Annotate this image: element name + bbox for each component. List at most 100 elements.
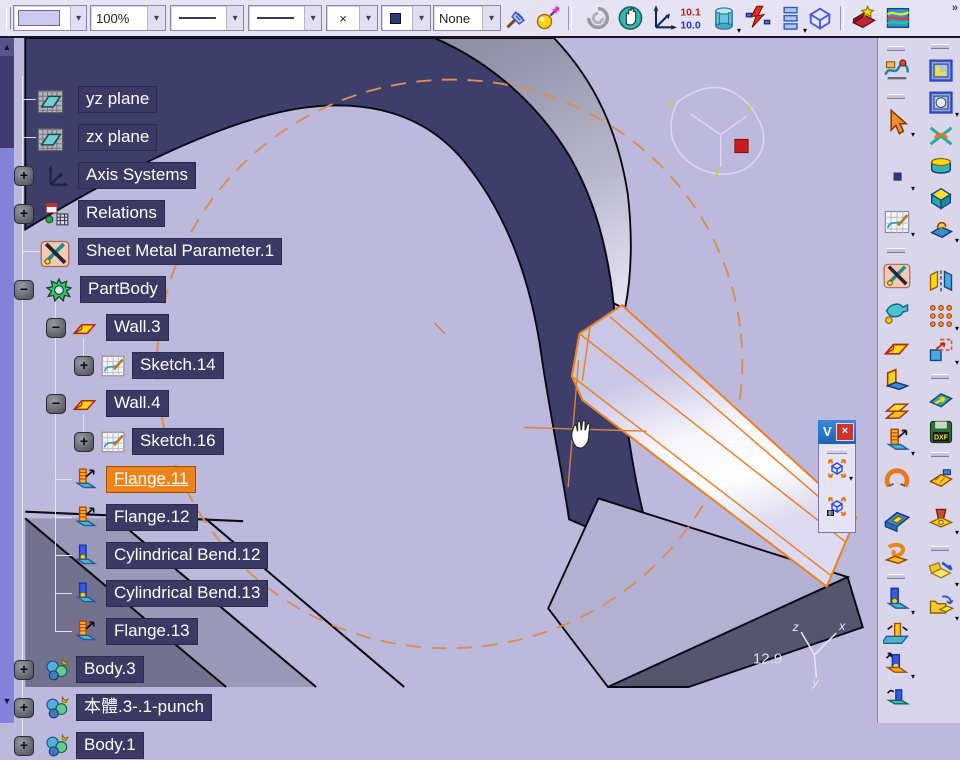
dropdown-arrow-icon[interactable]: ▾: [955, 614, 959, 623]
stamp-icon[interactable]: ▾: [927, 214, 959, 245]
chevron-down-icon[interactable]: ▾: [482, 6, 500, 30]
expander[interactable]: −: [14, 280, 34, 300]
tree-item-label[interactable]: Wall.4: [106, 390, 169, 417]
corner-relief-icon[interactable]: [927, 388, 955, 416]
cutout-icon[interactable]: [883, 508, 911, 536]
tree-item-label[interactable]: zx plane: [78, 124, 158, 151]
pattern-icon[interactable]: ▾: [927, 302, 959, 333]
workbench-icon[interactable]: [883, 56, 911, 84]
rolled-walls-group-icon[interactable]: ▾: [927, 88, 959, 119]
close-icon[interactable]: ×: [836, 423, 854, 441]
tree-item-relations[interactable]: + Relations: [0, 200, 420, 228]
toolbar-handle[interactable]: [827, 449, 847, 454]
tree-item-flange12[interactable]: Flange.12: [0, 504, 420, 532]
dropdown-arrow-icon[interactable]: ▾: [849, 474, 853, 483]
unfolding-icon[interactable]: [883, 620, 911, 648]
material-wedge-button[interactable]: [850, 4, 878, 32]
compass-handle[interactable]: [734, 138, 749, 154]
expander[interactable]: +: [14, 204, 34, 224]
magic-wand-button[interactable]: [534, 4, 562, 32]
multi-view-icon[interactable]: [825, 494, 849, 518]
dropdown-arrow-icon[interactable]: ▾: [955, 358, 959, 367]
rolled-wall-icon[interactable]: [883, 464, 911, 492]
dropdown-arrow-icon[interactable]: ▾: [955, 528, 959, 537]
dropdown-arrow-icon[interactable]: ▾: [737, 26, 741, 35]
dropdown-arrow-icon[interactable]: ▾: [955, 236, 959, 245]
expander[interactable]: +: [14, 736, 34, 756]
bend-from-flat-icon[interactable]: [927, 122, 955, 150]
fill-color-combo[interactable]: ▾: [13, 5, 87, 31]
dxf-save-icon[interactable]: [927, 418, 955, 446]
chevron-down-icon[interactable]: ▾: [70, 6, 86, 30]
paint-brush-button[interactable]: [504, 4, 532, 32]
tree-item-wall4[interactable]: − Wall.4: [0, 390, 420, 418]
tree-item-wall3[interactable]: − Wall.3: [0, 314, 420, 342]
tree-item-label[interactable]: Wall.3: [106, 314, 169, 341]
dropdown-arrow-icon[interactable]: ▾: [911, 672, 915, 681]
list-button[interactable]: ▾: [776, 4, 807, 35]
render-style-combo[interactable]: None ▾: [433, 5, 501, 31]
toolbar-handle[interactable]: [887, 46, 905, 51]
chevron-down-icon[interactable]: ▾: [304, 6, 321, 30]
drawing-box-icon[interactable]: ▾: [927, 558, 959, 589]
point-style-combo[interactable]: ▾: [381, 5, 431, 31]
tree-item-flange13[interactable]: Flange.13: [0, 618, 420, 646]
dropdown-arrow-icon[interactable]: ▾: [911, 449, 915, 458]
dropdown-arrow-icon[interactable]: ▾: [955, 324, 959, 333]
tree-item-label[interactable]: Sketch.16: [132, 428, 224, 455]
line-type-combo[interactable]: ▾: [170, 5, 244, 31]
line-weight-combo[interactable]: ▾: [248, 5, 322, 31]
chevron-down-icon[interactable]: ▾: [359, 6, 377, 30]
tree-item-label[interactable]: Body.3: [76, 656, 144, 683]
analysis-fem-button[interactable]: [884, 4, 912, 32]
fold-icon[interactable]: ▾: [883, 650, 915, 681]
tree-item-flange11[interactable]: Flange.11: [0, 466, 420, 494]
tree-item-label[interactable]: PartBody: [80, 276, 166, 303]
export-folder-icon[interactable]: ▾: [927, 592, 959, 623]
flange-icon[interactable]: ▾: [883, 427, 915, 458]
dropdown-arrow-icon[interactable]: ▾: [911, 230, 915, 239]
extrusion-icon[interactable]: [883, 396, 911, 424]
dropdown-arrow-icon[interactable]: ▾: [955, 580, 959, 589]
tree-item-label[interactable]: Flange.12: [106, 504, 198, 531]
mirror-icon[interactable]: [927, 268, 955, 296]
select-arrow-icon[interactable]: ▾: [883, 108, 915, 139]
tree-item-sketch16[interactable]: + Sketch.16: [0, 428, 420, 456]
expander[interactable]: +: [74, 432, 94, 452]
catalog-button[interactable]: ▾: [710, 4, 741, 35]
expander[interactable]: −: [46, 318, 66, 338]
toolbar-overflow[interactable]: »: [952, 2, 958, 14]
wall-on-edge-icon[interactable]: [883, 366, 911, 394]
chevron-down-icon[interactable]: ▾: [147, 6, 165, 30]
axis-system-button[interactable]: [649, 4, 677, 32]
tree-item-body3[interactable]: + Body.3: [0, 656, 420, 684]
expander[interactable]: +: [14, 698, 34, 718]
toolbar-handle[interactable]: [887, 248, 905, 253]
walls-group-icon[interactable]: [927, 56, 955, 84]
tree-item-sheet-metal-parameter[interactable]: Sheet Metal Parameter.1: [0, 238, 420, 266]
tree-item-partbody[interactable]: − PartBody: [0, 276, 420, 304]
tree-item-label[interactable]: Body.1: [76, 732, 144, 759]
bend-icon[interactable]: ▾: [883, 586, 915, 617]
sketcher-icon[interactable]: ▾: [883, 208, 915, 239]
isometric-view-icon[interactable]: ▾: [825, 456, 853, 483]
stamp-recognition-icon[interactable]: [927, 464, 955, 492]
wall-icon[interactable]: [883, 334, 911, 362]
tree-item-label[interactable]: Axis Systems: [78, 162, 197, 189]
tree-item-axis-systems[interactable]: + Axis Systems: [0, 162, 420, 190]
expander[interactable]: +: [14, 166, 34, 186]
pan-globe-button[interactable]: [617, 4, 645, 32]
box-icon[interactable]: [927, 184, 955, 212]
expander[interactable]: +: [14, 660, 34, 680]
dropdown-arrow-icon[interactable]: ▾: [911, 130, 915, 139]
wireframe-box-button[interactable]: [806, 4, 834, 32]
tree-item-label[interactable]: 本體.3-.1-punch: [76, 694, 212, 721]
mean-dimensions-button[interactable]: [678, 4, 706, 32]
toolbar-handle[interactable]: [931, 452, 949, 457]
flat-bend-icon[interactable]: [883, 684, 911, 712]
toolbar-handle[interactable]: [931, 44, 949, 49]
constraint-bolt-button[interactable]: [744, 4, 772, 32]
tree-item-label[interactable]: Sheet Metal Parameter.1: [78, 238, 283, 265]
point-icon[interactable]: ▾: [883, 162, 915, 193]
toolbar-handle[interactable]: [931, 546, 949, 551]
